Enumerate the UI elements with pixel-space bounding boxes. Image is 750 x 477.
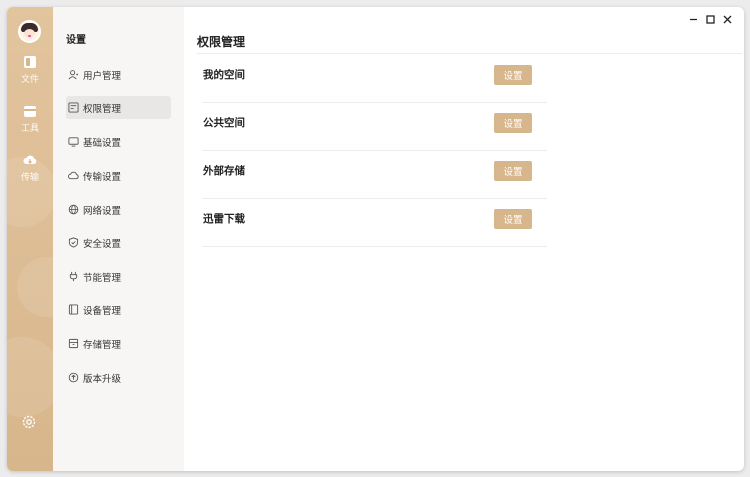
monitor-icon <box>68 137 79 147</box>
title-divider <box>197 53 742 54</box>
device-icon <box>68 304 79 315</box>
rail-item-transfer[interactable]: 传输 <box>7 153 53 183</box>
sidebar-item-devices[interactable]: 设备管理 <box>66 298 171 321</box>
cloud-transfer-icon <box>23 155 37 164</box>
sidebar-item-upgrade[interactable]: 版本升级 <box>66 366 171 389</box>
row-label: 迅雷下载 <box>203 213 245 225</box>
sidebar-item-security[interactable]: 安全设置 <box>66 231 171 254</box>
main-content: 权限管理 我的空间 设置 公共空间 设置 外部存储 设置 迅雷下载 设置 <box>184 7 744 471</box>
permission-row-my-space: 我的空间 设置 <box>202 55 547 103</box>
shield-icon <box>68 237 79 248</box>
sidebar-item-network[interactable]: 网络设置 <box>66 198 171 221</box>
row-label: 公共空间 <box>203 117 245 129</box>
app-window: 文件 工具 传输 设置 用户管理 权限管理 基础设置 传输设置 网络设置 安全设… <box>7 7 744 471</box>
maximize-icon[interactable] <box>705 14 716 25</box>
sidebar-item-basic[interactable]: 基础设置 <box>66 130 171 153</box>
settings-button[interactable]: 设置 <box>494 161 532 181</box>
user-icon <box>68 70 79 80</box>
upgrade-icon <box>68 372 79 383</box>
sidebar-item-label: 网络设置 <box>83 205 122 217</box>
minimize-icon[interactable] <box>688 14 699 25</box>
sidebar-item-label: 传输设置 <box>83 171 122 183</box>
sidebar-item-users[interactable]: 用户管理 <box>66 63 171 86</box>
storage-icon <box>68 338 79 349</box>
permission-row-external-storage: 外部存储 设置 <box>202 151 547 199</box>
toolbox-icon <box>24 106 36 117</box>
settings-button[interactable]: 设置 <box>494 65 532 85</box>
sidebar-item-label: 存储管理 <box>83 339 122 351</box>
sidebar-item-label: 节能管理 <box>83 272 122 284</box>
rail-item-files[interactable]: 文件 <box>7 55 53 85</box>
settings-sidebar: 设置 用户管理 权限管理 基础设置 传输设置 网络设置 安全设置 节能管理 设备… <box>53 7 184 471</box>
sidebar-title: 设置 <box>66 35 86 46</box>
sidebar-item-power[interactable]: 节能管理 <box>66 265 171 288</box>
page-title: 权限管理 <box>197 35 246 49</box>
permission-icon <box>68 102 79 113</box>
rail-item-label: 传输 <box>20 173 39 183</box>
rail-decoration <box>7 337 53 417</box>
row-label: 外部存储 <box>203 165 245 177</box>
settings-button[interactable]: 设置 <box>494 209 532 229</box>
close-icon[interactable] <box>722 14 733 25</box>
cloud-icon <box>68 171 79 180</box>
left-rail: 文件 工具 传输 <box>7 7 53 471</box>
rail-decoration <box>17 257 53 317</box>
sidebar-item-label: 安全设置 <box>83 238 122 250</box>
permission-row-public-space: 公共空间 设置 <box>202 103 547 151</box>
sidebar-item-label: 设备管理 <box>83 305 122 317</box>
rail-item-label: 工具 <box>20 124 39 134</box>
rail-item-tools[interactable]: 工具 <box>7 104 53 134</box>
sidebar-item-storage[interactable]: 存储管理 <box>66 332 171 355</box>
globe-icon <box>68 204 79 215</box>
gear-icon[interactable] <box>21 414 37 430</box>
sidebar-item-label: 权限管理 <box>83 103 122 115</box>
plug-icon <box>69 271 78 282</box>
sidebar-item-label: 版本升级 <box>83 373 122 385</box>
avatar[interactable] <box>18 20 41 43</box>
rail-item-label: 文件 <box>20 75 39 85</box>
permission-row-thunder-download: 迅雷下载 设置 <box>202 199 547 247</box>
row-label: 我的空间 <box>203 69 245 81</box>
sidebar-item-label: 基础设置 <box>83 137 122 149</box>
settings-button[interactable]: 设置 <box>494 113 532 133</box>
sidebar-item-permissions[interactable]: 权限管理 <box>66 96 171 119</box>
file-icon <box>24 56 36 68</box>
sidebar-item-transfer[interactable]: 传输设置 <box>66 164 171 187</box>
sidebar-item-label: 用户管理 <box>83 70 122 82</box>
